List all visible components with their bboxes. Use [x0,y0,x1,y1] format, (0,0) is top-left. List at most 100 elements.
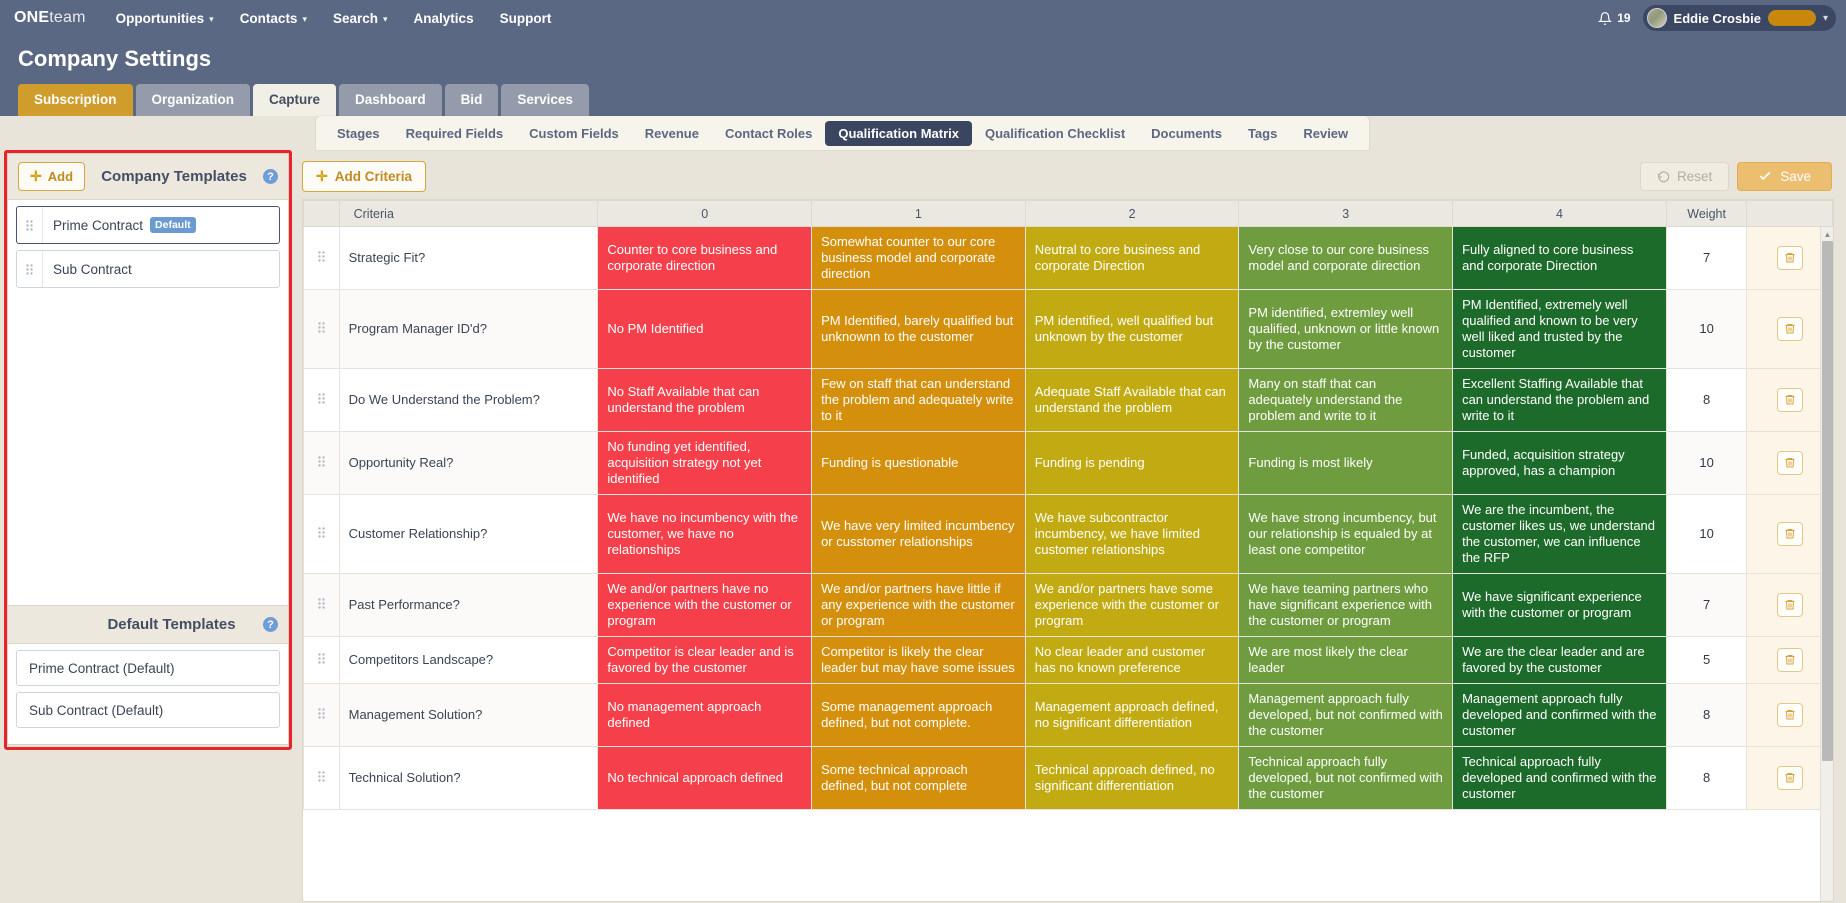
help-icon-default[interactable]: ? [263,617,278,632]
score-cell-3[interactable]: Funding is most likely [1238,430,1454,495]
delete-row-button[interactable] [1776,765,1803,790]
weight-cell[interactable]: 7 [1665,226,1748,290]
score-cell-0[interactable]: Competitor is clear leader and is favore… [597,635,813,684]
score-cell-4[interactable]: Fully aligned to core business and corpo… [1452,226,1667,290]
score-cell-2[interactable]: Adequate Staff Available that can unders… [1024,367,1240,432]
nav-item-contacts[interactable]: Contacts ▾ [240,11,307,26]
subtab-qualification-checklist[interactable]: Qualification Checklist [972,121,1138,146]
user-menu-button[interactable]: Eddie Crosbie ▾ [1642,5,1836,31]
weight-cell[interactable]: 8 [1665,745,1748,810]
tab-bid[interactable]: Bid [444,84,499,116]
criteria-cell[interactable]: Strategic Fit? [338,226,599,290]
delete-row-button[interactable] [1776,647,1803,672]
score-cell-1[interactable]: Few on staff that can understand the pro… [811,367,1026,432]
weight-cell[interactable]: 10 [1665,493,1748,574]
vertical-scrollbar[interactable]: ▲ [1820,227,1833,901]
score-cell-1[interactable]: Some technical approach defined, but not… [811,745,1026,810]
score-cell-0[interactable]: Counter to core business and corporate d… [597,226,813,290]
score-cell-1[interactable]: We and/or partners have little if any ex… [811,572,1026,637]
row-drag-handle[interactable] [303,745,340,810]
delete-row-button[interactable] [1776,450,1803,475]
score-cell-0[interactable]: No management approach defined [597,682,813,747]
subtab-tags[interactable]: Tags [1235,121,1290,146]
subtab-contact-roles[interactable]: Contact Roles [712,121,825,146]
nav-item-analytics[interactable]: Analytics [414,11,474,26]
score-cell-4[interactable]: Management approach fully developed and … [1452,682,1667,747]
score-cell-3[interactable]: Management approach fully developed, but… [1238,682,1454,747]
delete-row-button[interactable] [1776,702,1803,727]
weight-cell[interactable]: 8 [1665,682,1748,747]
nav-item-search[interactable]: Search ▾ [333,11,388,26]
score-cell-0[interactable]: No technical approach defined [597,745,813,810]
delete-row-button[interactable] [1776,245,1803,270]
criteria-cell[interactable]: Technical Solution? [338,745,599,810]
score-cell-3[interactable]: We are most likely the clear leader [1238,635,1454,684]
score-cell-2[interactable]: We and/or partners have some experience … [1024,572,1240,637]
weight-cell[interactable]: 10 [1665,288,1748,369]
row-drag-handle[interactable] [303,430,340,495]
row-drag-handle[interactable] [303,682,340,747]
score-cell-0[interactable]: No PM Identified [597,288,813,369]
row-drag-handle[interactable] [303,572,340,637]
notifications-button[interactable]: 19 [1598,11,1631,26]
nav-item-support[interactable]: Support [500,11,552,26]
scrollbar-thumb[interactable] [1822,241,1833,761]
score-cell-3[interactable]: Many on staff that can adequately unders… [1238,367,1454,432]
app-logo[interactable]: ONEteam [14,9,86,27]
subtab-review[interactable]: Review [1290,121,1361,146]
tab-subscription[interactable]: Subscription [18,84,133,116]
default-template-list-item[interactable]: Sub Contract (Default) [16,692,280,728]
template-list-item[interactable]: Sub Contract [16,250,280,288]
score-cell-2[interactable]: PM identified, well qualified but unknow… [1024,288,1240,369]
criteria-cell[interactable]: Opportunity Real? [338,430,599,495]
subtab-revenue[interactable]: Revenue [632,121,712,146]
score-cell-0[interactable]: No funding yet identified, acquisition s… [597,430,813,495]
subtab-qualification-matrix[interactable]: Qualification Matrix [825,120,972,146]
criteria-cell[interactable]: Do We Understand the Problem? [338,367,599,432]
weight-cell[interactable]: 5 [1665,635,1748,684]
subtab-custom-fields[interactable]: Custom Fields [516,121,632,146]
weight-cell[interactable]: 8 [1665,367,1748,432]
score-cell-3[interactable]: PM identified, extremley well qualified,… [1238,288,1454,369]
delete-row-button[interactable] [1776,592,1803,617]
delete-row-button[interactable] [1776,387,1803,412]
score-cell-2[interactable]: Funding is pending [1024,430,1240,495]
score-cell-4[interactable]: PM Identified, extremely well qualified … [1452,288,1667,369]
score-cell-1[interactable]: We have very limited incumbency or cusst… [811,493,1026,574]
weight-cell[interactable]: 7 [1665,572,1748,637]
subtab-stages[interactable]: Stages [324,121,393,146]
template-list-item[interactable]: Prime Contract Default [16,206,280,244]
score-cell-1[interactable]: Some management approach defined, but no… [811,682,1026,747]
tab-capture[interactable]: Capture [253,84,337,116]
score-cell-2[interactable]: Technical approach defined, no significa… [1024,745,1240,810]
row-drag-handle[interactable] [303,493,340,574]
score-cell-3[interactable]: We have teaming partners who have signif… [1238,572,1454,637]
row-drag-handle[interactable] [303,367,340,432]
score-cell-3[interactable]: Technical approach fully developed, but … [1238,745,1454,810]
add-template-button[interactable]: ✛ Add [18,162,86,191]
weight-cell[interactable]: 10 [1665,430,1748,495]
score-cell-1[interactable]: Funding is questionable [811,430,1026,495]
criteria-cell[interactable]: Competitors Landscape? [338,635,599,684]
score-cell-1[interactable]: PM Identified, barely qualified but unkn… [811,288,1026,369]
nav-item-opportunities[interactable]: Opportunities ▾ [116,11,214,26]
score-cell-4[interactable]: Funded, acquisition strategy approved, h… [1452,430,1667,495]
drag-handle[interactable] [17,207,43,243]
criteria-cell[interactable]: Management Solution? [338,682,599,747]
drag-handle[interactable] [17,251,43,287]
default-template-list-item[interactable]: Prime Contract (Default) [16,650,280,686]
score-cell-2[interactable]: Management approach defined, no signific… [1024,682,1240,747]
score-cell-4[interactable]: We are the clear leader and are favored … [1452,635,1667,684]
score-cell-1[interactable]: Somewhat counter to our core business mo… [811,226,1026,290]
score-cell-4[interactable]: Excellent Staffing Available that can un… [1452,367,1667,432]
score-cell-0[interactable]: No Staff Available that can understand t… [597,367,813,432]
delete-row-button[interactable] [1776,316,1803,341]
tab-services[interactable]: Services [501,84,589,116]
criteria-cell[interactable]: Program Manager ID'd? [338,288,599,369]
criteria-cell[interactable]: Customer Relationship? [338,493,599,574]
score-cell-1[interactable]: Competitor is likely the clear leader bu… [811,635,1026,684]
help-icon[interactable]: ? [263,169,278,184]
row-drag-handle[interactable] [303,226,340,290]
subtab-documents[interactable]: Documents [1138,121,1235,146]
score-cell-4[interactable]: We are the incumbent, the customer likes… [1452,493,1667,574]
